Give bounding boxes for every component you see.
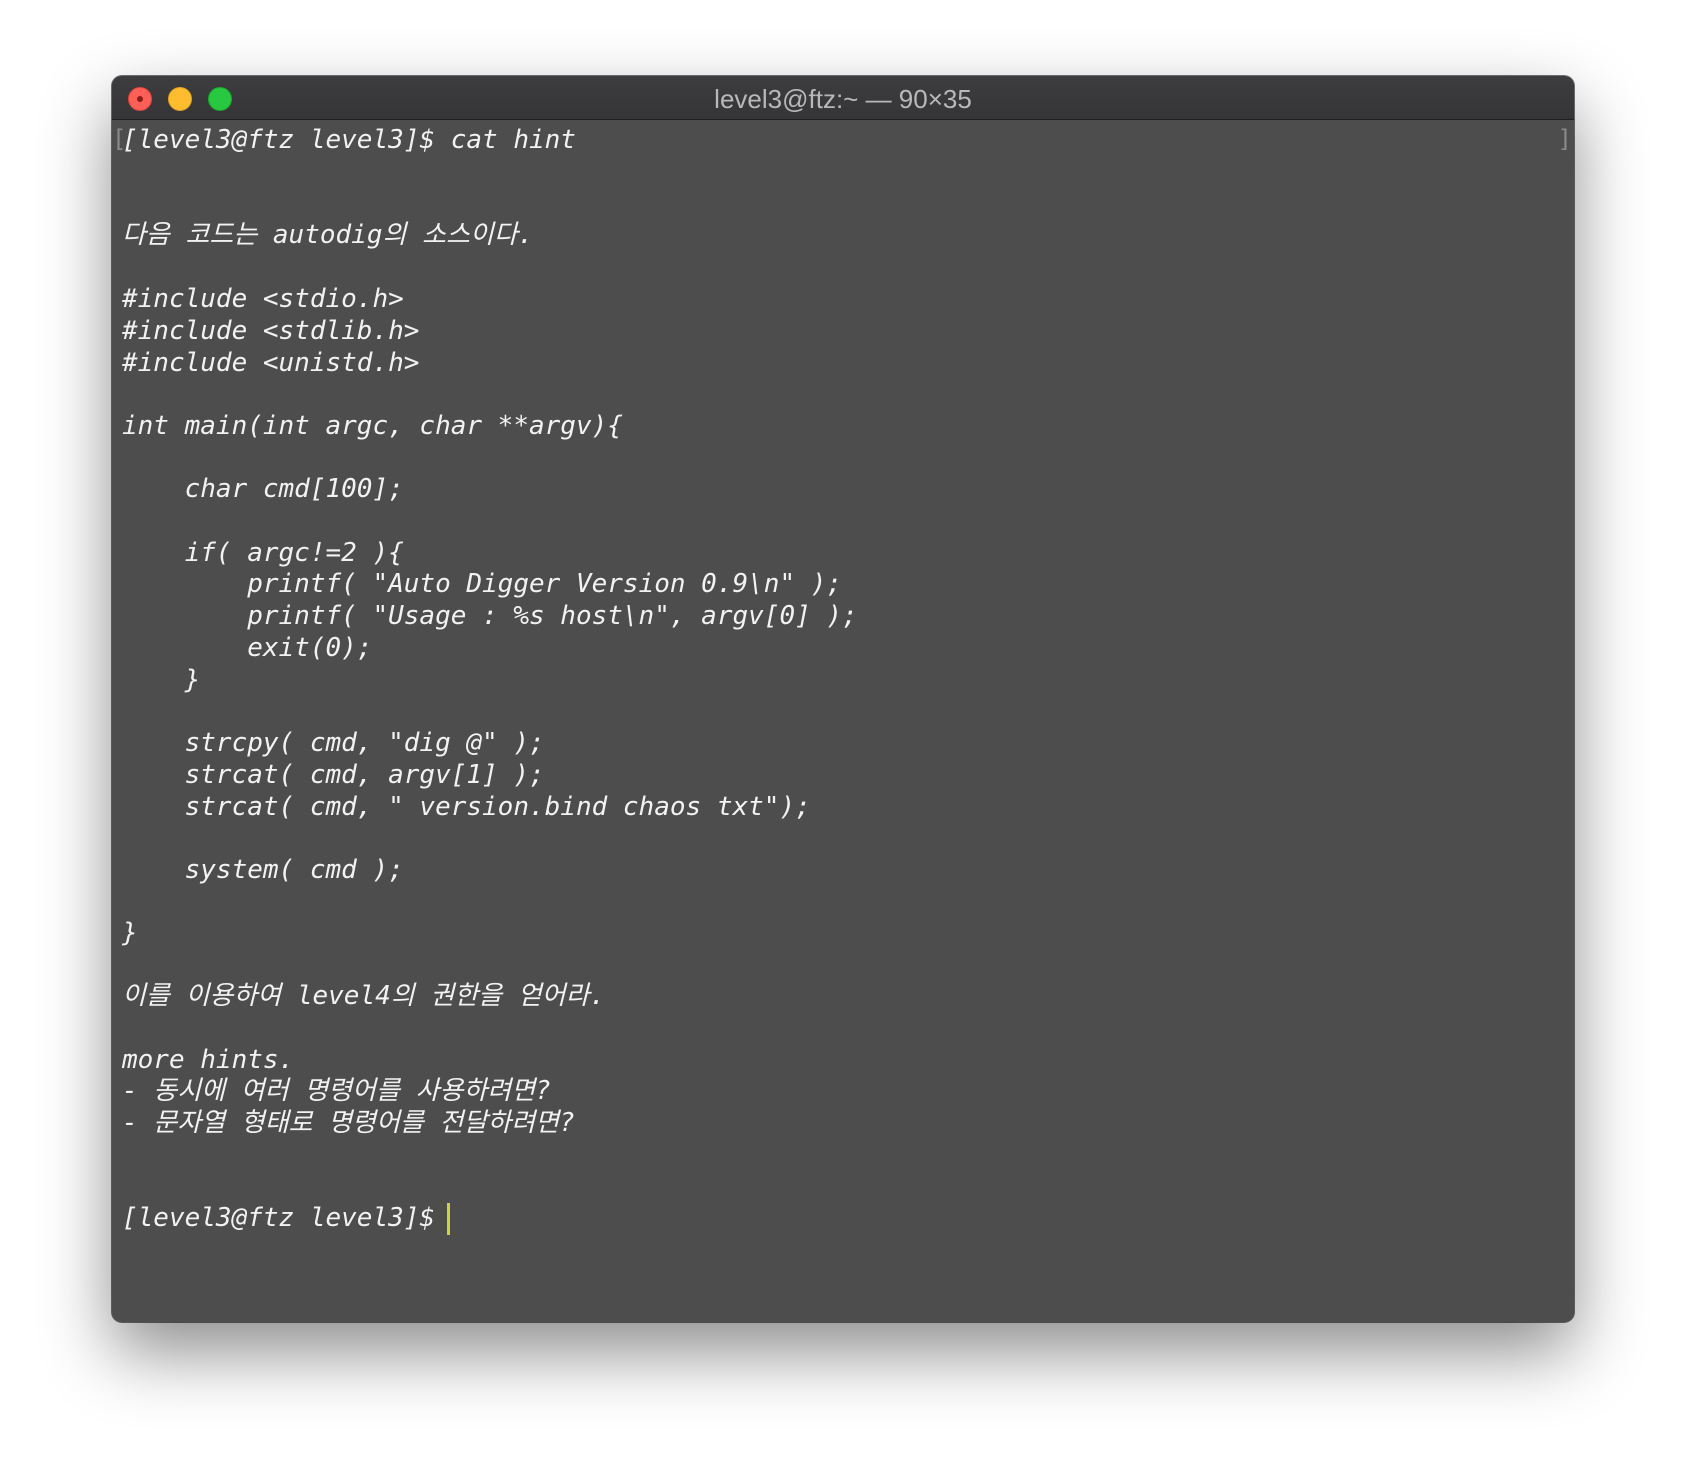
terminal-line-command: [level3@ftz level3]$ cat hint <box>122 125 576 155</box>
terminal-line: #include <stdlib.h> <box>122 316 420 346</box>
terminal-line: #include <unistd.h> <box>122 348 420 378</box>
terminal-prompt-line[interactable]: [level3@ftz level3]$ <box>122 1201 451 1235</box>
title-bar[interactable]: level3@ftz:~ — 90×35 <box>112 76 1574 120</box>
terminal-line: strcat( cmd, " version.bind chaos txt"); <box>122 792 811 822</box>
terminal-line: - 문자열 형태로 명령어를 전달하려면? <box>122 1108 575 1138</box>
terminal-line: exit(0); <box>122 633 373 663</box>
terminal-line: } <box>122 918 138 948</box>
terminal-line: more hints. <box>122 1045 295 1075</box>
terminal-prompt: [level3@ftz level3]$ <box>122 1203 436 1233</box>
terminal-line: 이를 이용하여 level4의 권한을 얻어라. <box>122 981 606 1011</box>
terminal-line: int main(int argc, char **argv){ <box>122 411 623 441</box>
terminal-line: strcat( cmd, argv[1] ); <box>122 760 545 790</box>
terminal-line: if( argc!=2 ){ <box>122 538 404 568</box>
window-title: level3@ftz:~ — 90×35 <box>714 84 972 114</box>
terminal-line: strcpy( cmd, "dig @" ); <box>122 728 545 758</box>
terminal-line: #include <stdio.h> <box>122 284 404 314</box>
terminal-output[interactable]: [level3@ftz level3]$ cat hint 다음 코드는 aut… <box>122 123 1564 1322</box>
terminal-line: - 동시에 여러 명령어를 사용하려면? <box>122 1076 551 1106</box>
terminal-line: system( cmd ); <box>122 855 404 885</box>
terminal-line: printf( "Auto Digger Version 0.9\n" ); <box>122 569 843 599</box>
terminal-line: 다음 코드는 autodig의 소스이다. <box>122 220 534 250</box>
terminal-line: printf( "Usage : %s host\n", argv[0] ); <box>122 601 858 631</box>
terminal-line: } <box>122 665 201 695</box>
terminal-line: char cmd[100]; <box>122 474 404 504</box>
terminal-window: level3@ftz:~ — 90×35 [ ] [level3@ftz lev… <box>112 76 1574 1322</box>
text-cursor <box>447 1202 451 1235</box>
